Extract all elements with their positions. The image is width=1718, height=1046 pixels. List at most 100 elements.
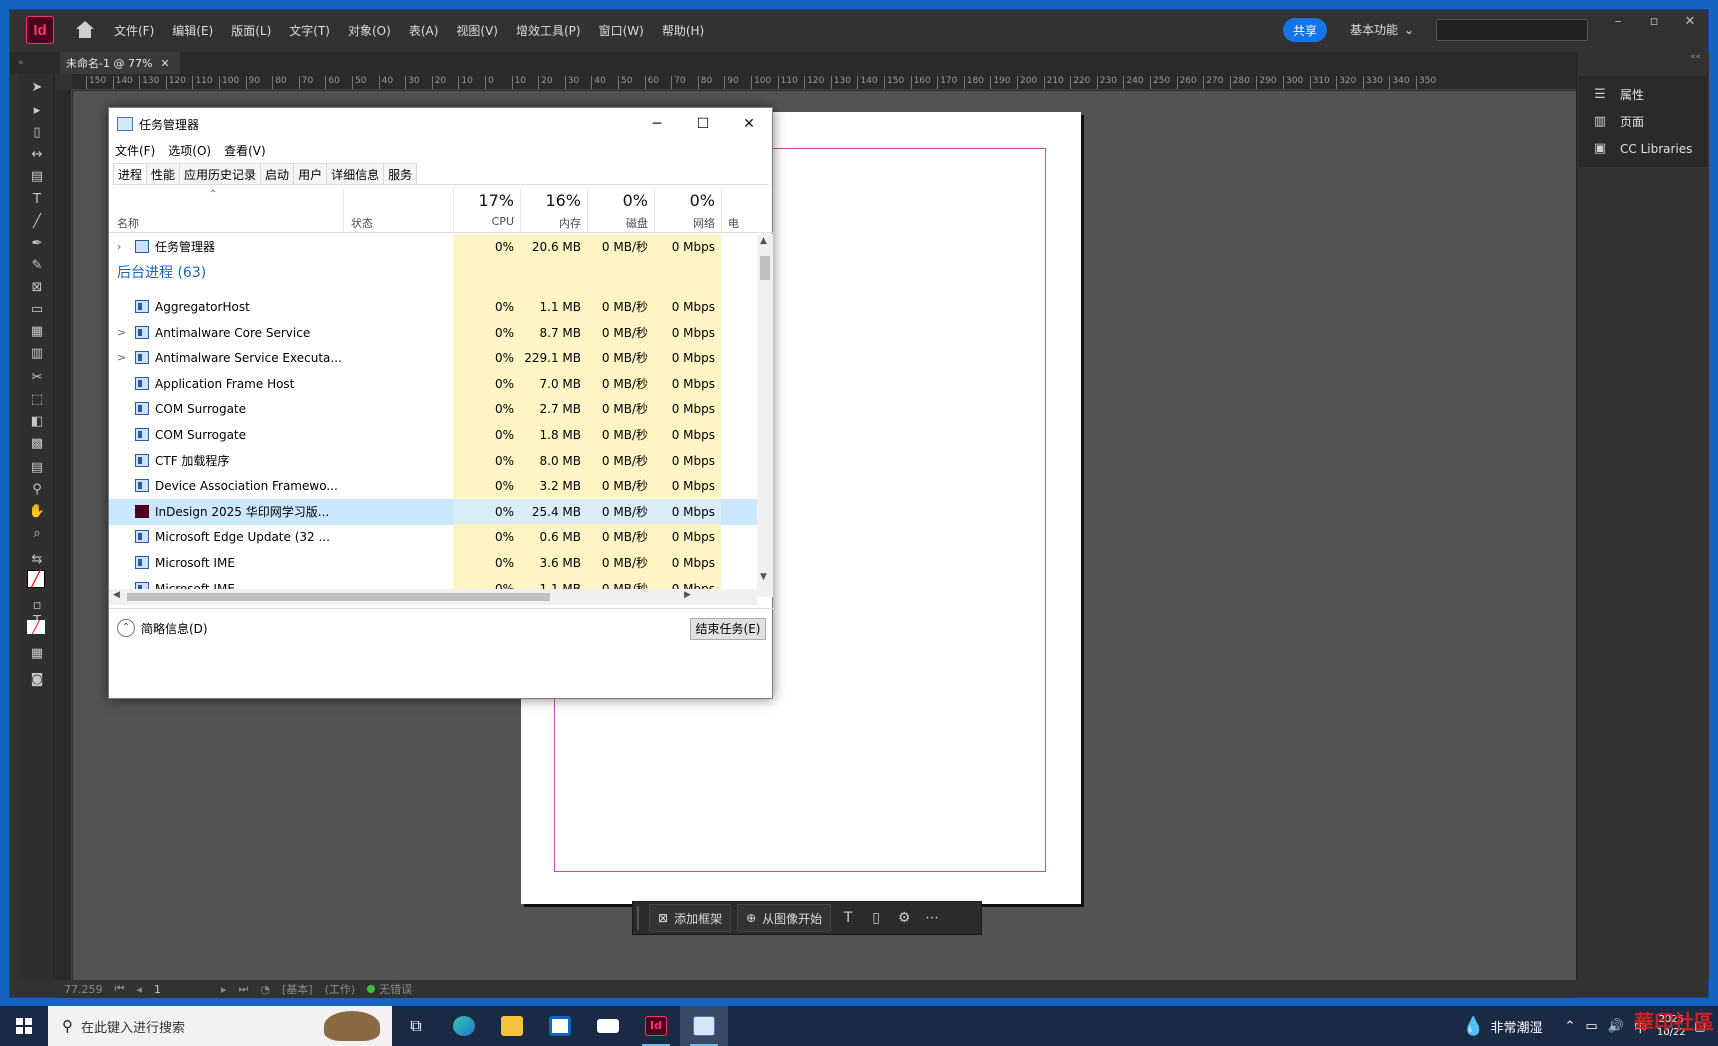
screen-mode-icon[interactable]: ◙ xyxy=(27,672,47,688)
tab-app-history[interactable]: 应用历史记录 xyxy=(179,163,262,184)
edge-button[interactable] xyxy=(440,1006,488,1046)
first-page-icon[interactable]: ⏮ xyxy=(115,982,125,996)
table-row[interactable]: CTF 加载程序 0% 8.0 MB 0 MB/秒 0 Mbps xyxy=(109,447,757,474)
free-transform-tool-icon[interactable]: ⬚ xyxy=(27,392,47,408)
column-network[interactable]: 0% 网络 xyxy=(654,189,721,233)
column-name[interactable]: ⌃ 名称 xyxy=(109,189,343,233)
open-page-icon[interactable]: ◔ xyxy=(260,983,270,996)
page-field[interactable]: 1 xyxy=(154,983,161,996)
menu-help[interactable]: 帮助(H) xyxy=(662,22,704,39)
zoom-tool-icon[interactable]: ⌕ xyxy=(27,526,47,542)
scroll-up-icon[interactable]: ▲ xyxy=(760,236,767,246)
horizontal-scrollbar[interactable]: ◀ ▶ xyxy=(109,589,757,605)
drag-handle[interactable] xyxy=(637,906,643,930)
more-icon[interactable]: ⋯ xyxy=(921,910,943,926)
gap-tool-icon[interactable]: ↔ xyxy=(27,147,47,163)
indesign-taskbar-button[interactable]: Id xyxy=(632,1006,680,1046)
menu-plugins[interactable]: 增效工具(P) xyxy=(516,22,581,39)
task-manager-taskbar-button[interactable] xyxy=(680,1006,728,1046)
share-button[interactable]: 共享 xyxy=(1283,18,1327,42)
type-tool-icon[interactable]: T xyxy=(27,192,47,208)
fewer-details-button[interactable]: ⌃ 简略信息(D) xyxy=(117,619,208,637)
pencil-tool-icon[interactable]: ✎ xyxy=(27,258,47,274)
note-tool-icon[interactable]: ▤ xyxy=(27,460,47,476)
scroll-thumb[interactable] xyxy=(760,256,770,280)
tab-users[interactable]: 用户 xyxy=(293,163,328,184)
tab-performance[interactable]: 性能 xyxy=(146,163,181,184)
menu-window[interactable]: 窗口(W) xyxy=(599,22,644,39)
scissors-tool-icon[interactable]: ✂ xyxy=(27,370,47,386)
table-row[interactable]: Microsoft IME 0% 3.6 MB 0 MB/秒 0 Mbps xyxy=(109,550,757,576)
menu-table[interactable]: 表(A) xyxy=(409,22,439,39)
expand-icon[interactable]: › xyxy=(117,234,127,260)
collapse-panel-icon[interactable]: «« xyxy=(1577,52,1709,68)
expand-icon[interactable] xyxy=(117,524,127,550)
taskbar-search[interactable]: ⚲ 在此键入进行搜索 xyxy=(48,1006,392,1046)
home-icon[interactable] xyxy=(74,19,96,41)
tray-overflow-icon[interactable]: ⌃ xyxy=(1564,1019,1575,1034)
pen-tool-icon[interactable]: ✒ xyxy=(27,236,47,252)
tm-minimize-button[interactable]: ─ xyxy=(634,108,680,140)
expand-icon[interactable]: > xyxy=(117,345,127,371)
tab-processes[interactable]: 进程 xyxy=(113,163,148,184)
maximize-button[interactable]: ▫ xyxy=(1636,14,1672,29)
panel-pages[interactable]: ▥ 页面 xyxy=(1580,108,1706,135)
close-button[interactable]: ✕ xyxy=(1672,14,1708,29)
table-row[interactable]: > Antimalware Core Service 0% 8.7 MB 0 MB/秒 0… xyxy=(109,319,757,346)
network-icon[interactable]: ▭ xyxy=(1585,1019,1597,1034)
table-row[interactable]: Microsoft Edge Update (32 ... 0% 0.6 MB 0 M… xyxy=(109,524,757,551)
page-tool-icon[interactable]: ▯ xyxy=(27,125,47,141)
eyedropper-tool-icon[interactable]: ⚲ xyxy=(27,482,47,498)
tm-menu-options[interactable]: 选项(O) xyxy=(168,142,211,159)
gradient-tool-icon[interactable]: ◧ xyxy=(27,414,47,430)
store-button[interactable] xyxy=(536,1006,584,1046)
column-disk[interactable]: 0% 磁盘 xyxy=(587,189,654,233)
table-row[interactable]: COM Surrogate 0% 2.7 MB 0 MB/秒 0 Mbps xyxy=(109,396,757,423)
page-settings-icon[interactable]: ⚙ xyxy=(893,910,915,926)
formatting-container-icon[interactable]: ▫ T xyxy=(27,598,47,629)
end-task-button[interactable]: 结束任务(E) xyxy=(690,618,766,640)
fill-swatch-icon[interactable]: ╱ xyxy=(27,570,45,588)
content-collector-icon[interactable]: ▤ xyxy=(27,169,47,185)
expand-icon[interactable] xyxy=(117,499,127,525)
hand-tool-icon[interactable]: ✋ xyxy=(27,504,47,520)
menu-edit[interactable]: 编辑(E) xyxy=(172,22,213,39)
menu-layout[interactable]: 版面(L) xyxy=(231,22,271,39)
prev-page-icon[interactable]: ◂ xyxy=(136,983,142,996)
rectangle-tool-icon[interactable]: ▭ xyxy=(27,302,47,318)
table-row[interactable]: > Antimalware Service Executa... 0% 229.1 M… xyxy=(109,345,757,372)
gradient-feather-tool-icon[interactable]: ▩ xyxy=(27,436,47,452)
table-row[interactable]: COM Surrogate 0% 1.8 MB 0 MB/秒 0 Mbps xyxy=(109,422,757,448)
file-explorer-button[interactable] xyxy=(488,1006,536,1046)
start-button[interactable] xyxy=(0,1006,48,1046)
table-row[interactable]: Application Frame Host 0% 7.0 MB 0 MB/秒 0 Mb… xyxy=(109,370,757,397)
expand-icon[interactable] xyxy=(117,396,127,422)
tab-services[interactable]: 服务 xyxy=(383,163,418,184)
column-memory[interactable]: 16% 内存 xyxy=(520,189,587,233)
tm-menu-view[interactable]: 查看(V) xyxy=(224,142,266,159)
expand-icon[interactable] xyxy=(117,448,127,474)
table-tool-icon[interactable]: ▦ xyxy=(27,324,47,340)
vertical-scrollbar[interactable]: ▲ ▼ xyxy=(757,234,773,597)
collapse-icon[interactable]: » xyxy=(10,58,60,68)
view-mode-icon[interactable]: ▦ xyxy=(27,646,47,662)
add-frame-button[interactable]: ⊠ 添加框架 xyxy=(649,904,732,932)
expand-icon[interactable] xyxy=(117,371,127,397)
selection-tool-icon[interactable]: ➤ xyxy=(27,80,47,96)
tm-maximize-button[interactable]: ☐ xyxy=(680,108,726,140)
line-tool-icon[interactable]: ╱ xyxy=(27,214,47,230)
table-row[interactable]: AggregatorHost 0% 1.1 MB 0 MB/秒 0 Mbps xyxy=(109,294,757,320)
rectangle-frame-tool-icon[interactable]: ⊠ xyxy=(27,280,47,296)
column-power[interactable]: 电 xyxy=(721,189,757,233)
menu-object[interactable]: 对象(O) xyxy=(348,22,391,39)
panel-properties[interactable]: ☰ 属性 xyxy=(1580,81,1706,108)
scroll-down-icon[interactable]: ▼ xyxy=(760,572,767,582)
direct-selection-tool-icon[interactable]: ▸ xyxy=(27,103,47,119)
weather-label[interactable]: 非常潮湿 xyxy=(1490,1017,1542,1036)
menu-view[interactable]: 视图(V) xyxy=(456,22,498,39)
document-tab[interactable]: 未命名-1 @ 77% ✕ xyxy=(60,52,180,74)
expand-icon[interactable] xyxy=(117,422,127,448)
next-page-icon[interactable]: ▸ xyxy=(221,983,227,996)
volume-icon[interactable]: 🔊 xyxy=(1608,1019,1624,1034)
column-cpu[interactable]: 17% CPU xyxy=(453,189,520,233)
